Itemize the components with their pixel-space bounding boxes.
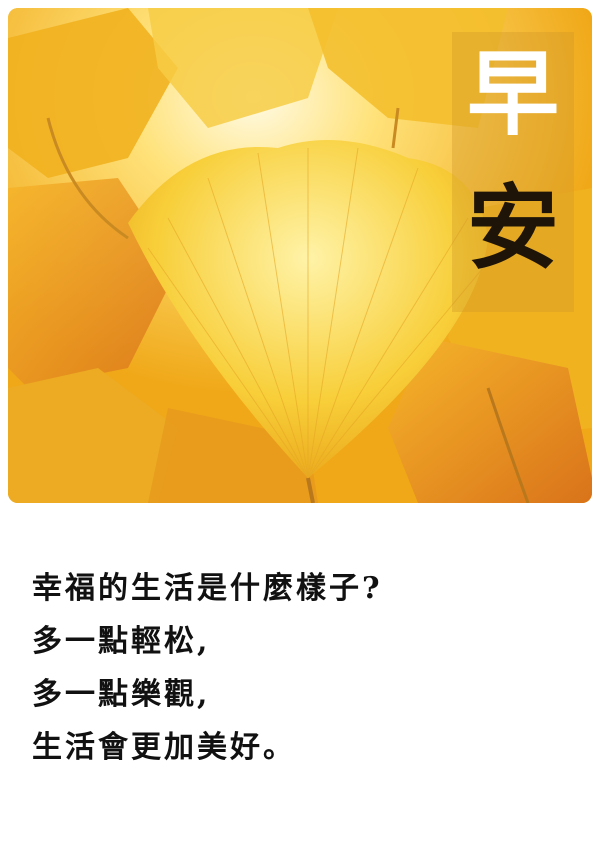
poem-line-1: 幸福的生活是什麼樣子?: [32, 571, 383, 606]
poem-text: 幸福的生活是什麼樣子? 多一點輕松, 多一點樂觀, 生活會更加美好。: [32, 562, 572, 774]
greeting-title-char-2: 安: [466, 174, 559, 282]
poem-line-2: 多一點輕松,: [32, 624, 211, 659]
greeting-title-char-1: 早: [466, 40, 559, 148]
poem-line-3: 多一點樂觀,: [32, 677, 211, 712]
greeting-title-box: 早 安: [452, 32, 574, 312]
poem-line-4: 生活會更加美好。: [32, 730, 296, 765]
